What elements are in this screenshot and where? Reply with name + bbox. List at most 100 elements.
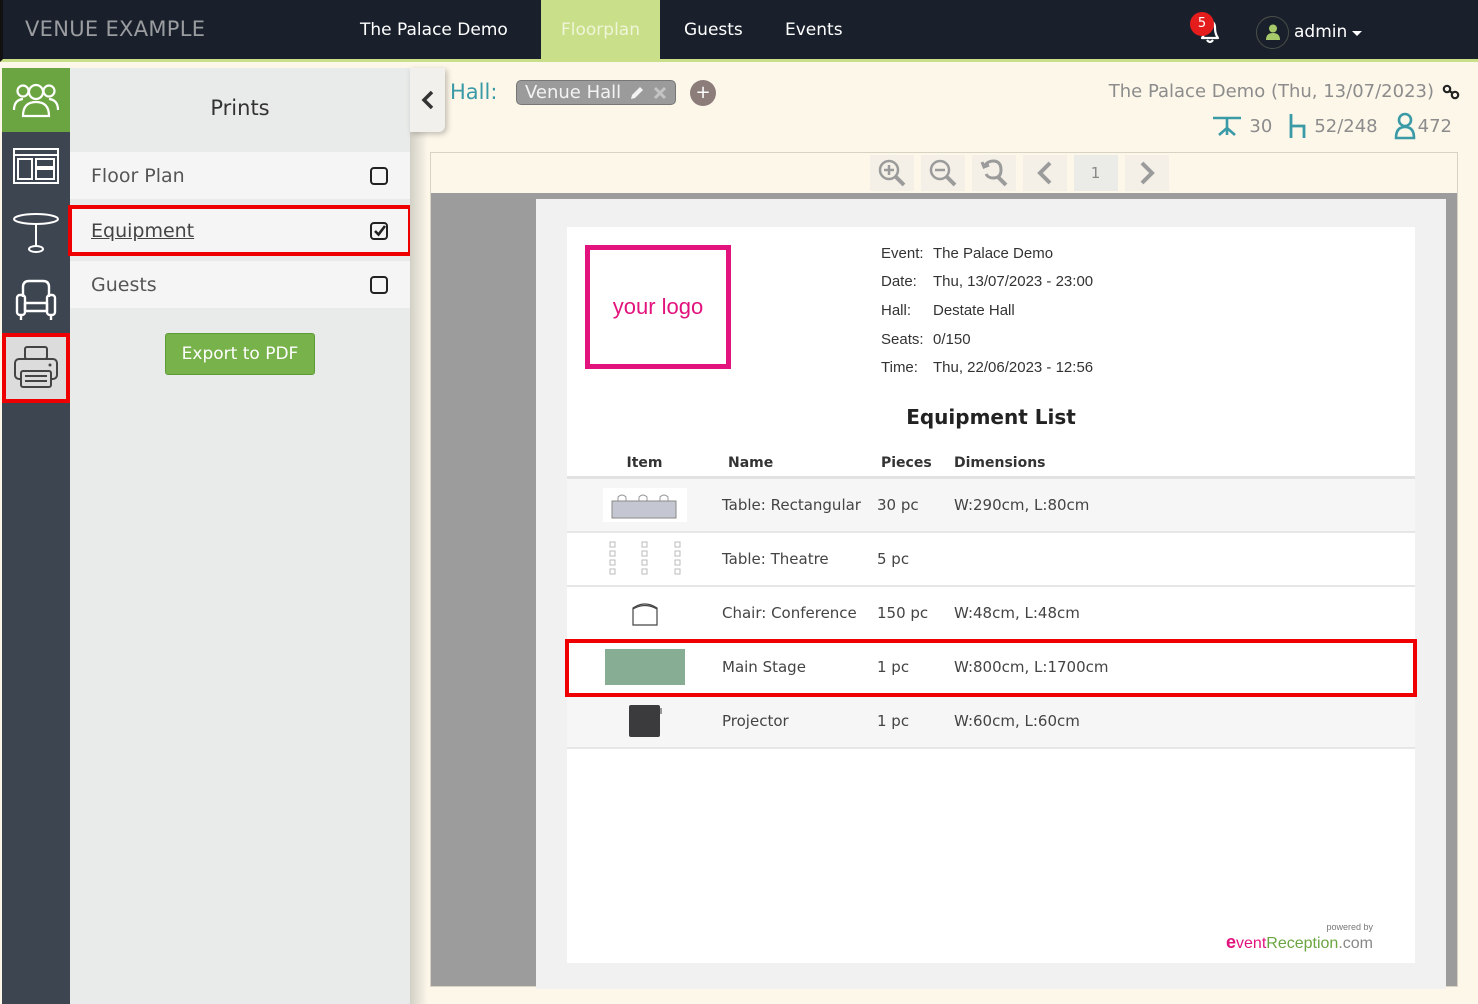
event-stats: 30 52/248 472 <box>1195 112 1452 140</box>
avatar <box>1256 15 1289 49</box>
meta-value: Destate Hall <box>933 301 1015 319</box>
top-navbar: VENUE EXAMPLE The Palace Demo Floorplan … <box>0 0 1478 62</box>
meta-row: Time: Thu, 22/06/2023 - 12:56 <box>881 353 1093 382</box>
hall-label: Hall: <box>450 80 498 104</box>
panel-title: Prints <box>210 96 270 120</box>
nav-events[interactable]: Events <box>765 0 863 60</box>
rectangular-table-icon <box>567 488 722 522</box>
brand-e: e <box>1226 932 1237 952</box>
seats-stat: 52/248 <box>1288 113 1378 139</box>
item-name: Projector <box>722 712 789 730</box>
hall-selector[interactable]: Venue Hall <box>516 80 677 105</box>
nav-guests[interactable]: Guests <box>664 0 763 60</box>
pencil-icon[interactable] <box>629 85 645 101</box>
print-option-label: Guests <box>91 273 157 296</box>
column-header-name: Name <box>728 454 774 471</box>
powered-by-label: powered by <box>1326 922 1373 932</box>
previous-page-button[interactable] <box>1022 155 1067 191</box>
zoom-out-icon <box>929 159 956 187</box>
item-dimensions: W:60cm, L:60cm <box>954 712 1080 730</box>
checkbox-unchecked-icon[interactable] <box>370 275 388 294</box>
item-pieces: 5 pc <box>877 550 910 568</box>
viewer-toolbar: 1 <box>431 153 1457 193</box>
meta-row: Date: Thu, 13/07/2023 - 23:00 <box>881 268 1093 297</box>
reset-zoom-button[interactable] <box>971 155 1016 191</box>
zoom-in-button[interactable] <box>869 155 914 191</box>
brand-reception: Reception <box>1266 935 1339 952</box>
guests-stat: 472 <box>1394 112 1452 140</box>
print-option-guests[interactable]: Guests <box>70 261 410 308</box>
reset-zoom-icon <box>980 159 1007 187</box>
notification-count-badge: 5 <box>1190 12 1214 36</box>
chevron-left-icon <box>421 90 433 110</box>
link-icon[interactable] <box>1442 84 1460 104</box>
meta-key: Hall: <box>881 301 912 319</box>
guests-group-icon <box>12 83 60 118</box>
item-name: Table: Rectangular <box>722 496 861 514</box>
table-row: Projector 1 pc W:60cm, L:60cm <box>567 695 1415 749</box>
layout-icon <box>13 147 59 184</box>
projector-icon <box>567 703 722 739</box>
event-meta: Event: The Palace Demo Date: Thu, 13/07/20… <box>881 239 1093 382</box>
user-icon <box>1265 24 1280 40</box>
collapse-panel-button[interactable] <box>410 68 445 132</box>
print-option-label: Equipment <box>91 219 195 242</box>
meta-value: Thu, 22/06/2023 - 12:56 <box>933 359 1094 377</box>
item-dimensions: W:800cm, L:1700cm <box>954 658 1109 676</box>
rail-prints[interactable] <box>2 333 70 403</box>
print-option-label: Floor Plan <box>91 164 185 187</box>
chair-icon <box>1289 114 1306 138</box>
equipment-list-title: Equipment List <box>906 405 1076 429</box>
equipment-table: Item Name Pieces Dimensions Table: Recta… <box>565 449 1417 749</box>
viewer-canvas[interactable]: your logo Event: The Palace Demo Date: Thu… <box>431 193 1457 989</box>
rail-guests[interactable] <box>2 68 70 132</box>
tables-stat: 30 <box>1211 115 1272 137</box>
page-number: 1 <box>1073 155 1118 191</box>
table-icon <box>1213 116 1242 136</box>
item-name: Chair: Conference <box>722 604 857 622</box>
rail-tables[interactable] <box>2 199 70 266</box>
event-title: The Palace Demo (Thu, 13/07/2023) <box>1108 81 1434 102</box>
meta-key: Seats: <box>881 330 924 348</box>
hall-name: Venue Hall <box>525 82 622 103</box>
zoom-in-icon <box>878 159 905 187</box>
item-dimensions: W:48cm, L:48cm <box>954 604 1080 622</box>
print-option-equipment[interactable]: Equipment <box>68 205 412 256</box>
rail-seating[interactable] <box>2 266 70 333</box>
nav-floorplan[interactable]: Floorplan <box>541 0 660 60</box>
nav-the-palace-demo[interactable]: The Palace Demo <box>340 0 528 60</box>
checkbox-unchecked-icon[interactable] <box>370 166 388 185</box>
user-menu[interactable]: admin <box>1256 15 1363 49</box>
chevron-down-icon <box>1352 31 1363 36</box>
meta-key: Event: <box>881 244 924 262</box>
meta-key: Time: <box>881 359 918 377</box>
rail-layout[interactable] <box>2 132 70 199</box>
zoom-out-button[interactable] <box>920 155 965 191</box>
table-row-highlighted: Main Stage 1 pc W:800cm, L:1700cm <box>565 639 1417 697</box>
theatre-table-icon <box>567 540 722 578</box>
guests-count: 472 <box>1417 115 1452 137</box>
brand-com: .com <box>1338 935 1373 952</box>
checkbox-checked-icon[interactable] <box>370 221 388 240</box>
table-row: Chair: Conference 150 pc W:48cm, L:48cm <box>567 587 1415 641</box>
person-icon <box>1394 112 1415 140</box>
print-option-floor-plan[interactable]: Floor Plan <box>70 152 410 199</box>
table-header: Item Name Pieces Dimensions <box>567 449 1415 479</box>
item-dimensions: W:290cm, L:80cm <box>954 496 1090 514</box>
close-icon[interactable] <box>653 86 667 100</box>
meta-row: Event: The Palace Demo <box>881 239 1093 268</box>
meta-value: The Palace Demo <box>933 244 1054 262</box>
seats-count: 52/248 <box>1314 115 1378 137</box>
powered-by-logo: powered by eventReception.com <box>1226 922 1373 953</box>
item-pieces: 1 pc <box>877 658 910 676</box>
meta-key: Date: <box>881 273 917 291</box>
pdf-page: your logo Event: The Palace Demo Date: Thu… <box>536 199 1446 989</box>
next-page-button[interactable] <box>1124 155 1169 191</box>
chevron-right-icon <box>1140 161 1155 185</box>
export-to-pdf-button[interactable]: Export to PDF <box>165 333 315 375</box>
brand-logo[interactable]: VENUE EXAMPLE <box>25 17 205 41</box>
table-row: Table: Theatre 5 pc <box>567 533 1415 587</box>
add-hall-button[interactable]: + <box>690 80 716 106</box>
round-table-icon <box>13 212 59 253</box>
item-pieces: 30 pc <box>877 496 919 514</box>
